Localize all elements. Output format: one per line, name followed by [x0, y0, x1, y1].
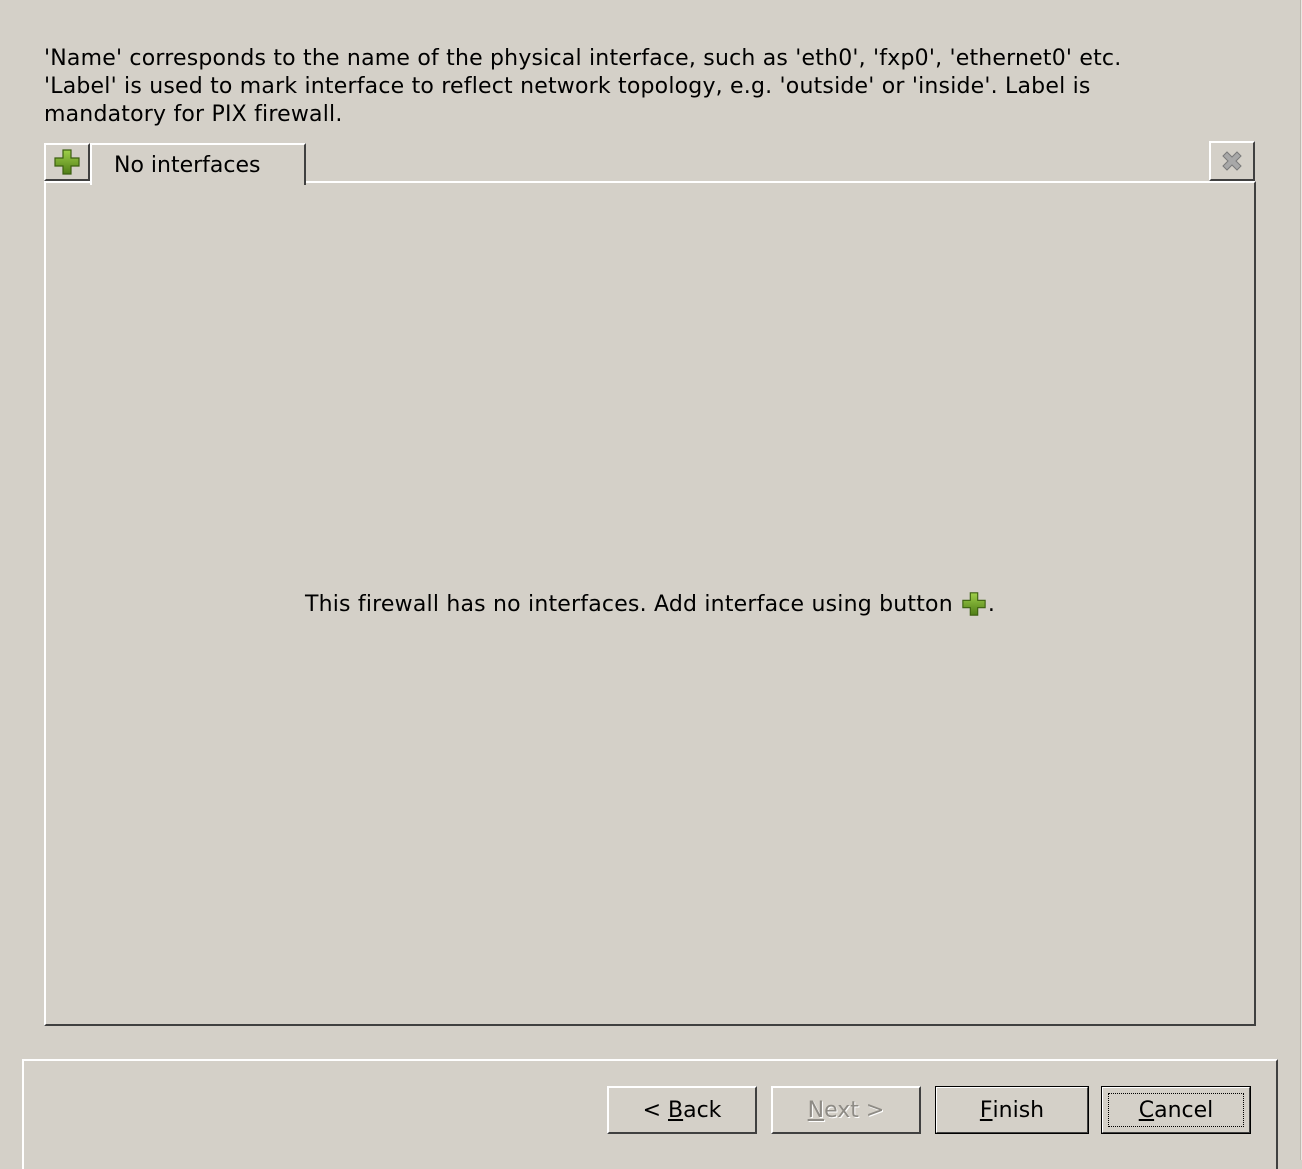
- empty-message: This firewall has no interfaces. Add int…: [46, 591, 1254, 617]
- back-button[interactable]: < Back: [607, 1086, 757, 1134]
- back-mnemonic: B: [668, 1097, 684, 1123]
- next-label-rest: ext >: [824, 1097, 885, 1123]
- next-mnemonic: N: [807, 1097, 825, 1123]
- finish-mnemonic: F: [979, 1097, 993, 1123]
- plus-icon: [962, 592, 986, 616]
- empty-message-text: This firewall has no interfaces. Add int…: [304, 591, 953, 617]
- next-button[interactable]: Next >: [771, 1086, 921, 1134]
- tab-no-interfaces[interactable]: No interfaces: [90, 143, 306, 185]
- cancel-button[interactable]: Cancel: [1101, 1086, 1251, 1134]
- tab-label: No interfaces: [114, 152, 261, 178]
- help-line-1: 'Name' corresponds to the name of the ph…: [44, 46, 1122, 71]
- plus-icon: [54, 149, 80, 175]
- close-icon: [1222, 151, 1242, 171]
- help-line-3: mandatory for PIX firewall.: [44, 102, 343, 127]
- add-interface-button[interactable]: [44, 143, 90, 181]
- back-prefix: <: [642, 1097, 668, 1123]
- finish-label-rest: inish: [992, 1097, 1045, 1123]
- empty-message-suffix: .: [987, 591, 996, 617]
- finish-button[interactable]: Finish: [935, 1086, 1089, 1134]
- back-label-rest: ack: [683, 1097, 722, 1123]
- focus-ring: [1108, 1093, 1244, 1127]
- delete-interface-button[interactable]: [1209, 141, 1255, 181]
- interfaces-panel: This firewall has no interfaces. Add int…: [44, 181, 1256, 1026]
- help-line-2: 'Label' is used to mark interface to ref…: [44, 74, 1091, 99]
- help-text: 'Name' corresponds to the name of the ph…: [44, 45, 1284, 129]
